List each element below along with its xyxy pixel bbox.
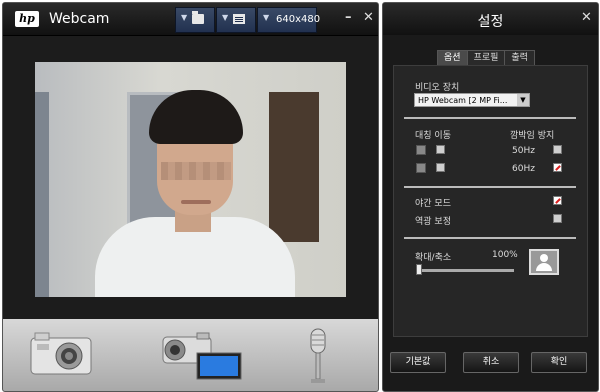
capture-toolbar bbox=[3, 319, 378, 391]
zoom-slider-track[interactable] bbox=[418, 269, 514, 272]
mirror-horizontal-checkbox[interactable] bbox=[436, 145, 445, 154]
tab-output[interactable]: 출력 bbox=[504, 50, 535, 66]
video-preview bbox=[35, 62, 346, 297]
tab-options[interactable]: 옵션 bbox=[437, 50, 468, 66]
webcam-titlebar: hp Webcam ▼ ▼ ▼ 640x480 – ✕ bbox=[3, 3, 378, 36]
backlight-label: 역광 보정 bbox=[415, 217, 451, 227]
minimize-button[interactable]: – bbox=[345, 10, 352, 25]
mirror-horizontal-icon bbox=[416, 145, 426, 155]
webcam-window: hp Webcam ▼ ▼ ▼ 640x480 – ✕ bbox=[2, 2, 379, 392]
video-device-select[interactable]: HP Webcam [2 MP Fi... ▼ bbox=[414, 93, 530, 107]
backlight-checkbox[interactable] bbox=[553, 214, 562, 223]
tab-profile[interactable]: 프로필 bbox=[466, 50, 506, 66]
settings-title: 설정 bbox=[477, 14, 504, 30]
default-button[interactable]: 기본값 bbox=[390, 352, 446, 373]
flicker-label: 깜박임 방지 bbox=[510, 131, 555, 141]
ok-button[interactable]: 확인 bbox=[531, 352, 587, 373]
portrait-icon[interactable] bbox=[529, 249, 559, 275]
resolution-value: 640x480 bbox=[276, 14, 321, 25]
zoom-slider-thumb[interactable] bbox=[416, 264, 422, 275]
microphone-icon[interactable] bbox=[303, 327, 333, 385]
hp-logo: hp bbox=[15, 11, 39, 27]
flicker-60-label: 60Hz bbox=[512, 164, 535, 174]
dropdown-arrow-icon: ▼ bbox=[222, 13, 229, 22]
zoom-value: 100% bbox=[492, 250, 518, 260]
mirror-vertical-icon bbox=[416, 163, 426, 173]
folder-icon bbox=[192, 11, 204, 24]
camera-icon[interactable] bbox=[29, 330, 93, 376]
chevron-down-icon: ▼ bbox=[517, 94, 529, 106]
dropdown-arrow-icon: ▼ bbox=[181, 13, 188, 22]
face-blur bbox=[161, 162, 231, 180]
resolution-dropdown[interactable]: ▼ 640x480 bbox=[257, 7, 321, 33]
document-button[interactable]: ▼ bbox=[216, 7, 256, 33]
settings-tabs: 옵션 프로필 출력 bbox=[437, 50, 535, 66]
zoom-label: 확대/축소 bbox=[415, 253, 452, 263]
night-mode-checkbox[interactable] bbox=[553, 196, 562, 205]
night-mode-label: 야간 모드 bbox=[415, 199, 451, 209]
flicker-50-label: 50Hz bbox=[512, 146, 535, 156]
flicker-60-checkbox[interactable] bbox=[553, 163, 562, 172]
cancel-button[interactable]: 취소 bbox=[463, 352, 519, 373]
mirror-vertical-checkbox[interactable] bbox=[436, 163, 445, 172]
video-device-label: 비디오 장치 bbox=[415, 83, 460, 93]
mirror-label: 대칭 이동 bbox=[415, 131, 451, 141]
camcorder-icon[interactable] bbox=[161, 329, 243, 381]
divider bbox=[404, 237, 576, 239]
settings-titlebar: 설정 ✕ bbox=[383, 3, 598, 35]
folder-button[interactable]: ▼ bbox=[175, 7, 215, 33]
document-icon bbox=[233, 14, 245, 24]
close-button[interactable]: ✕ bbox=[363, 10, 374, 25]
divider bbox=[404, 117, 576, 119]
app-title: Webcam bbox=[49, 11, 110, 27]
divider bbox=[404, 186, 576, 188]
settings-close-button[interactable]: ✕ bbox=[581, 10, 592, 25]
dropdown-arrow-icon: ▼ bbox=[263, 13, 270, 22]
flicker-50-checkbox[interactable] bbox=[553, 145, 562, 154]
video-device-value: HP Webcam [2 MP Fi... bbox=[418, 96, 508, 105]
